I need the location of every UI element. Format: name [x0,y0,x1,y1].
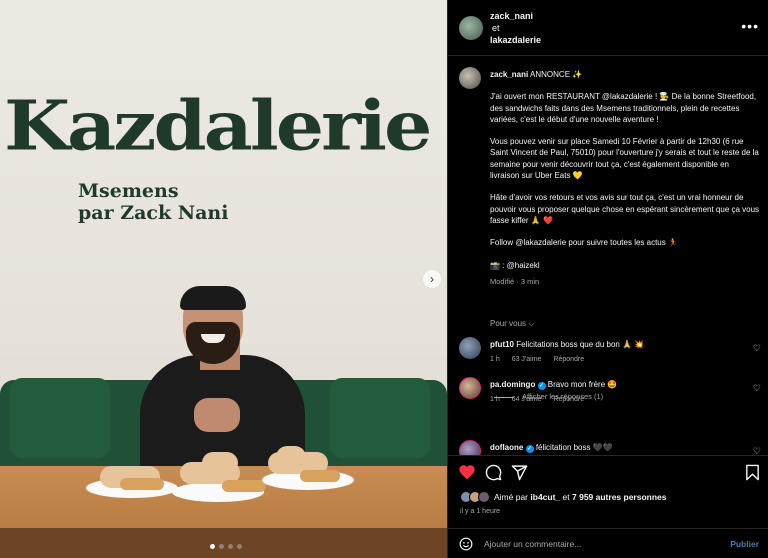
post-caption: zack_nani ANNONCE ✨ J'ai ouvert mon REST… [490,69,760,287]
likes-prefix: Aimé par [494,492,529,502]
header-user2[interactable]: lakazdalerie [490,35,541,45]
bookmark-icon[interactable] [743,463,761,481]
comment-body: félicitation boss 🖤🖤 [535,443,613,452]
comment-text: pfut10 Felicitations boss que du bon 🙏 💥 [490,339,740,350]
carousel-dot [219,544,224,549]
publish-button[interactable]: Publier [730,539,759,549]
comment-item: pfut10 Felicitations boss que du bon 🙏 💥… [448,337,768,377]
comment-username[interactable]: pfut10 [490,340,514,349]
avatar[interactable] [459,440,481,455]
comment-body: Bravo mon frère 🤩 [547,380,618,389]
post-actions: Aimé par ib4cut_ et 7 959 autres personn… [448,455,768,557]
carousel-dot [228,544,233,549]
post-time: il y a 1 heure [460,508,501,515]
avatar[interactable] [459,67,481,89]
comments-scroll[interactable]: zack_nani ANNONCE ✨ J'ai ouvert mon REST… [448,57,768,455]
comment-likes[interactable]: 63 J'aime [512,356,542,363]
avatar[interactable] [459,377,481,399]
person-hands [194,398,240,432]
caption-time: Modifié · 3 min [490,276,540,286]
carousel-dot [237,544,242,549]
comment-username[interactable]: pa.domingo [490,380,535,389]
send-icon[interactable] [510,463,528,481]
add-comment-bar: Publier [448,528,768,558]
caption-paragraph: Hâte d'avoir vos retours et vos avis sur… [490,193,760,225]
comment-item: doflaone ✓ félicitation boss 🖤🖤 ♡ [448,440,768,455]
heart-icon[interactable] [458,463,476,481]
food-fries [120,478,164,490]
brand-logo: Kazdalerie [4,85,432,166]
post-header: zack_nani et lakazdalerie ••• [448,0,768,56]
for-you-dropdown[interactable]: Pour vous ⌵ [490,319,534,329]
tagline-line1: Msemens [78,180,179,202]
heart-icon[interactable]: ♡ [753,383,761,394]
caption-credit: 📸 : @haizekl [490,260,540,270]
person-hat [180,286,246,310]
table-edge [0,528,447,558]
comment-body: Felicitations boss que du bon 🙏 💥 [516,340,645,349]
comment-text: doflaone ✓ félicitation boss 🖤🖤 [490,442,740,453]
caption-paragraph: Vous pouvez venir sur place Samedi 10 Fé… [490,137,759,181]
sofa-cushion [330,378,430,458]
likes-user[interactable]: ib4cut_ [530,492,560,502]
comment-input[interactable] [484,535,714,553]
header-conj: et [492,23,500,33]
verified-icon: ✓ [525,445,534,453]
liker-avatars [460,491,490,503]
comment-icon[interactable] [484,463,502,481]
comment-text: pa.domingo ✓ Bravo mon frère 🤩 [490,379,740,390]
avatar[interactable] [459,16,483,40]
food-sandwich [202,452,238,474]
carousel-dot [210,544,215,549]
comment-username[interactable]: doflaone [490,443,523,452]
post-photo[interactable]: Kazdalerie Msemens par Zack Nani › [0,0,447,558]
chevron-right-icon[interactable]: › [423,270,441,288]
comment-meta: 1 h 63 J'aime Répondre [490,356,594,363]
comment-time: 1 h [490,356,500,363]
food-sandwich [276,446,306,468]
header-usernames: zack_nani et lakazdalerie [490,10,541,46]
show-replies-button[interactable]: Afficher les réponses (1) [494,392,603,401]
photo-tagline: Msemens par Zack Nani [78,180,228,224]
food-fries [300,470,340,482]
heart-icon[interactable]: ♡ [753,446,761,455]
replies-divider [494,396,514,398]
heart-icon[interactable]: ♡ [753,343,761,354]
food-fries [222,480,266,492]
reply-button[interactable]: Répondre [553,356,584,363]
more-icon[interactable]: ••• [741,18,759,34]
caption-paragraph: J'ai ouvert mon RESTAURANT @lakazdalerie… [490,92,757,124]
caption-paragraph: Follow @lakazdalerie pour suivre toutes … [490,238,678,248]
header-user1[interactable]: zack_nani [490,11,533,21]
caption-head: zack_nani ANNONCE ✨ [490,69,760,80]
avatar[interactable] [459,337,481,359]
likes-middle: et [562,492,570,502]
caption-tag: ANNONCE ✨ [530,70,583,79]
likes-summary[interactable]: Aimé par ib4cut_ et 7 959 autres personn… [460,491,667,503]
avatar [478,491,490,503]
emoji-icon[interactable] [459,537,473,551]
sofa-cushion [10,378,110,458]
tagline-line2: par Zack Nani [78,202,229,224]
verified-icon: ✓ [537,382,546,390]
carousel-dots [210,544,242,549]
replies-label: Afficher les réponses (1) [522,392,604,401]
likes-count[interactable]: 7 959 autres personnes [572,492,667,502]
caption-username[interactable]: zack_nani [490,70,528,79]
post-panel: zack_nani et lakazdalerie ••• zack_nani … [447,0,768,558]
